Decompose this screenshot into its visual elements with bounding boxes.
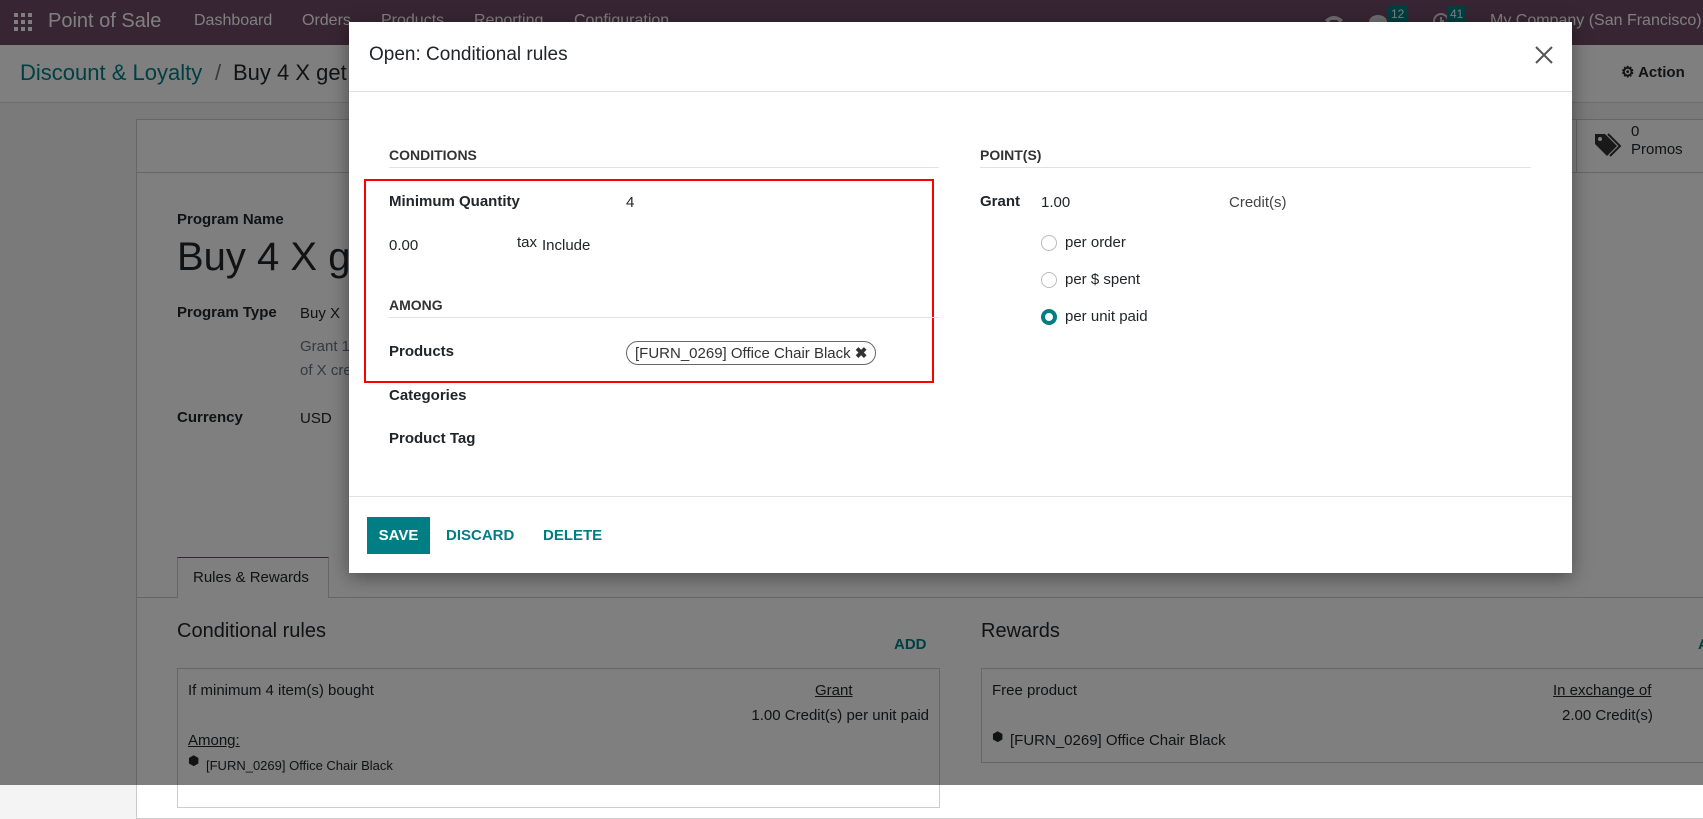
radio-label[interactable]: per unit paid: [1065, 308, 1148, 325]
close-icon[interactable]: [1535, 46, 1553, 64]
save-button[interactable]: SAVE: [367, 517, 430, 554]
modal-title: Open: Conditional rules: [369, 44, 568, 65]
products-label: Products: [389, 343, 455, 360]
radio-per-order[interactable]: [1041, 235, 1057, 251]
radio-label[interactable]: per order: [1065, 234, 1126, 251]
discard-button[interactable]: DISCARD: [446, 527, 514, 544]
among-heading: AMONG: [389, 297, 939, 318]
radio-per-unit-paid[interactable]: [1041, 309, 1057, 325]
grant-input[interactable]: 1.00: [1041, 194, 1070, 211]
tax-mode-select[interactable]: Include: [542, 237, 592, 254]
delete-button[interactable]: DELETE: [543, 527, 602, 544]
grant-unit: Credit(s): [1229, 194, 1287, 211]
radio-label[interactable]: per $ spent: [1065, 271, 1140, 288]
remove-tag-icon[interactable]: ✖: [855, 345, 868, 362]
grant-label: Grant: [980, 193, 1021, 210]
min-amount-input[interactable]: 0.00: [389, 237, 418, 254]
conditional-rules-dialog: Open: Conditional rules CONDITIONS POINT…: [349, 22, 1572, 573]
min-qty-input[interactable]: 4: [626, 194, 634, 211]
product-tag-label: [FURN_0269] Office Chair Black: [635, 345, 851, 362]
points-heading: POINT(S): [980, 147, 1531, 168]
modal-footer-divider: [349, 496, 1572, 497]
tax-label: tax: [517, 234, 538, 251]
conditions-heading: CONDITIONS: [389, 147, 939, 168]
product-tag: [FURN_0269] Office Chair Black ✖: [626, 341, 877, 365]
categories-label: Categories: [389, 387, 467, 404]
modal-header: Open: Conditional rules: [349, 22, 1572, 92]
radio-per-spent[interactable]: [1041, 272, 1057, 288]
product-tag-label-field: Product Tag: [389, 430, 476, 447]
min-qty-label: Minimum Quantity: [389, 193, 520, 210]
